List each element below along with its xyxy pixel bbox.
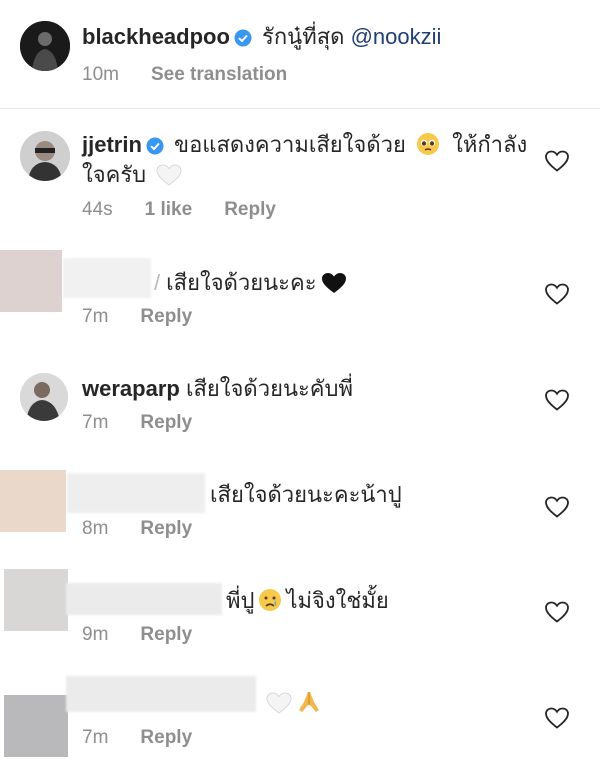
- comment-weraparp-meta: 7m Reply: [82, 411, 224, 435]
- caption-meta: 10m See translation: [82, 63, 319, 87]
- reply-button[interactable]: Reply: [140, 518, 192, 539]
- avatar-image: [20, 131, 70, 181]
- blurred-username: [66, 676, 256, 712]
- comment-time: 9m: [82, 624, 109, 645]
- comment-jjetrin-line1: jjetrin ขอแสดงความเสียใจด้วย ให้กำลัง: [82, 130, 527, 164]
- heart-outline-icon[interactable]: [544, 282, 570, 306]
- comment-weraparp-line: weraparp เสียใจด้วยนะคับพี่: [82, 374, 353, 404]
- reply-button[interactable]: Reply: [140, 306, 192, 327]
- comment-text: เสียใจด้วยนะคะ: [166, 270, 317, 295]
- blurred-username: [66, 583, 222, 615]
- avatar-blurred[interactable]: [0, 250, 62, 312]
- avatar-blurred[interactable]: [4, 695, 68, 757]
- comment-5-meta: 9m Reply: [82, 623, 224, 647]
- caption-divider: [0, 108, 600, 109]
- comment-4-meta: 8m Reply: [82, 517, 224, 541]
- avatar-blackheadpoo[interactable]: [20, 21, 70, 71]
- heart-outline-icon[interactable]: [544, 600, 570, 624]
- comment-text: ใจครับ: [82, 162, 147, 187]
- avatar-blurred[interactable]: [0, 470, 66, 532]
- see-translation-link[interactable]: See translation: [151, 64, 287, 85]
- folded-hands-emoji: [296, 690, 322, 722]
- comment-2-meta: 7m Reply: [82, 305, 224, 329]
- comment-jjetrin-meta: 44s 1 like Reply: [82, 198, 308, 222]
- pleading-face-emoji: [416, 132, 440, 164]
- like-count[interactable]: 1 like: [145, 199, 193, 220]
- caption-mention[interactable]: @nookzii: [351, 24, 442, 49]
- comment-time: 8m: [82, 518, 109, 539]
- avatar-weraparp[interactable]: [20, 373, 68, 421]
- black-heart-emoji: [321, 272, 347, 302]
- comment-4-line: เสียใจด้วยนะคะน้าปู: [210, 480, 402, 510]
- caption-line: blackheadpoo รักนู๋ที่สุด @nookzii: [82, 22, 441, 55]
- verified-badge-icon: [146, 133, 164, 163]
- avatar-image: [20, 21, 70, 71]
- comment-text-continued: ไม่จิงใช่มั้ย: [286, 588, 389, 613]
- heart-outline-icon[interactable]: [544, 495, 570, 519]
- reply-button[interactable]: Reply: [140, 727, 192, 748]
- comment-text: เสียใจด้วยนะคะน้าปู: [210, 482, 402, 507]
- comment-text: ขอแสดงความเสียใจด้วย: [174, 132, 406, 157]
- white-heart-emoji: [156, 164, 182, 194]
- comment-time: 44s: [82, 199, 113, 220]
- comment-5-line: พี่ปู ไม่จิงใช่มั้ย: [226, 586, 389, 620]
- blurred-username: [63, 258, 151, 298]
- white-heart-emoji: [266, 692, 292, 722]
- comment-username[interactable]: jjetrin: [82, 132, 142, 157]
- post-caption: blackheadpoo รักนู๋ที่สุด @nookzii 10m Se…: [0, 0, 600, 108]
- avatar-blurred[interactable]: [4, 569, 68, 631]
- comment-time: 7m: [82, 727, 109, 748]
- heart-outline-icon[interactable]: [544, 149, 570, 173]
- comment-2-line: / เสียใจด้วยนะคะ: [154, 268, 347, 302]
- avatar-jjetrin[interactable]: [20, 131, 70, 181]
- heart-outline-icon[interactable]: [544, 388, 570, 412]
- comment-6-line: [262, 688, 322, 722]
- caption-time: 10m: [82, 64, 119, 85]
- reply-button[interactable]: Reply: [140, 412, 192, 433]
- comment-6-meta: 7m Reply: [82, 726, 224, 750]
- crying-face-emoji: [258, 588, 282, 620]
- heart-outline-icon[interactable]: [544, 706, 570, 730]
- avatar-image: [20, 373, 68, 421]
- reply-button[interactable]: Reply: [224, 199, 276, 220]
- caption-text: รักนู๋ที่สุด: [262, 24, 345, 49]
- comment-time: 7m: [82, 412, 109, 433]
- comment-time: 7m: [82, 306, 109, 327]
- comment-text: พี่ปู: [226, 588, 255, 613]
- reply-button[interactable]: Reply: [140, 624, 192, 645]
- caption-username[interactable]: blackheadpoo: [82, 24, 230, 49]
- comment-username[interactable]: weraparp: [82, 376, 180, 401]
- comment-text-continued: ให้กำลัง: [452, 132, 528, 157]
- comment-text: เสียใจด้วยนะคับพี่: [185, 376, 353, 401]
- comment-jjetrin-line2: ใจครับ: [82, 160, 182, 194]
- verified-badge-icon: [234, 25, 252, 55]
- blurred-username: [67, 473, 205, 513]
